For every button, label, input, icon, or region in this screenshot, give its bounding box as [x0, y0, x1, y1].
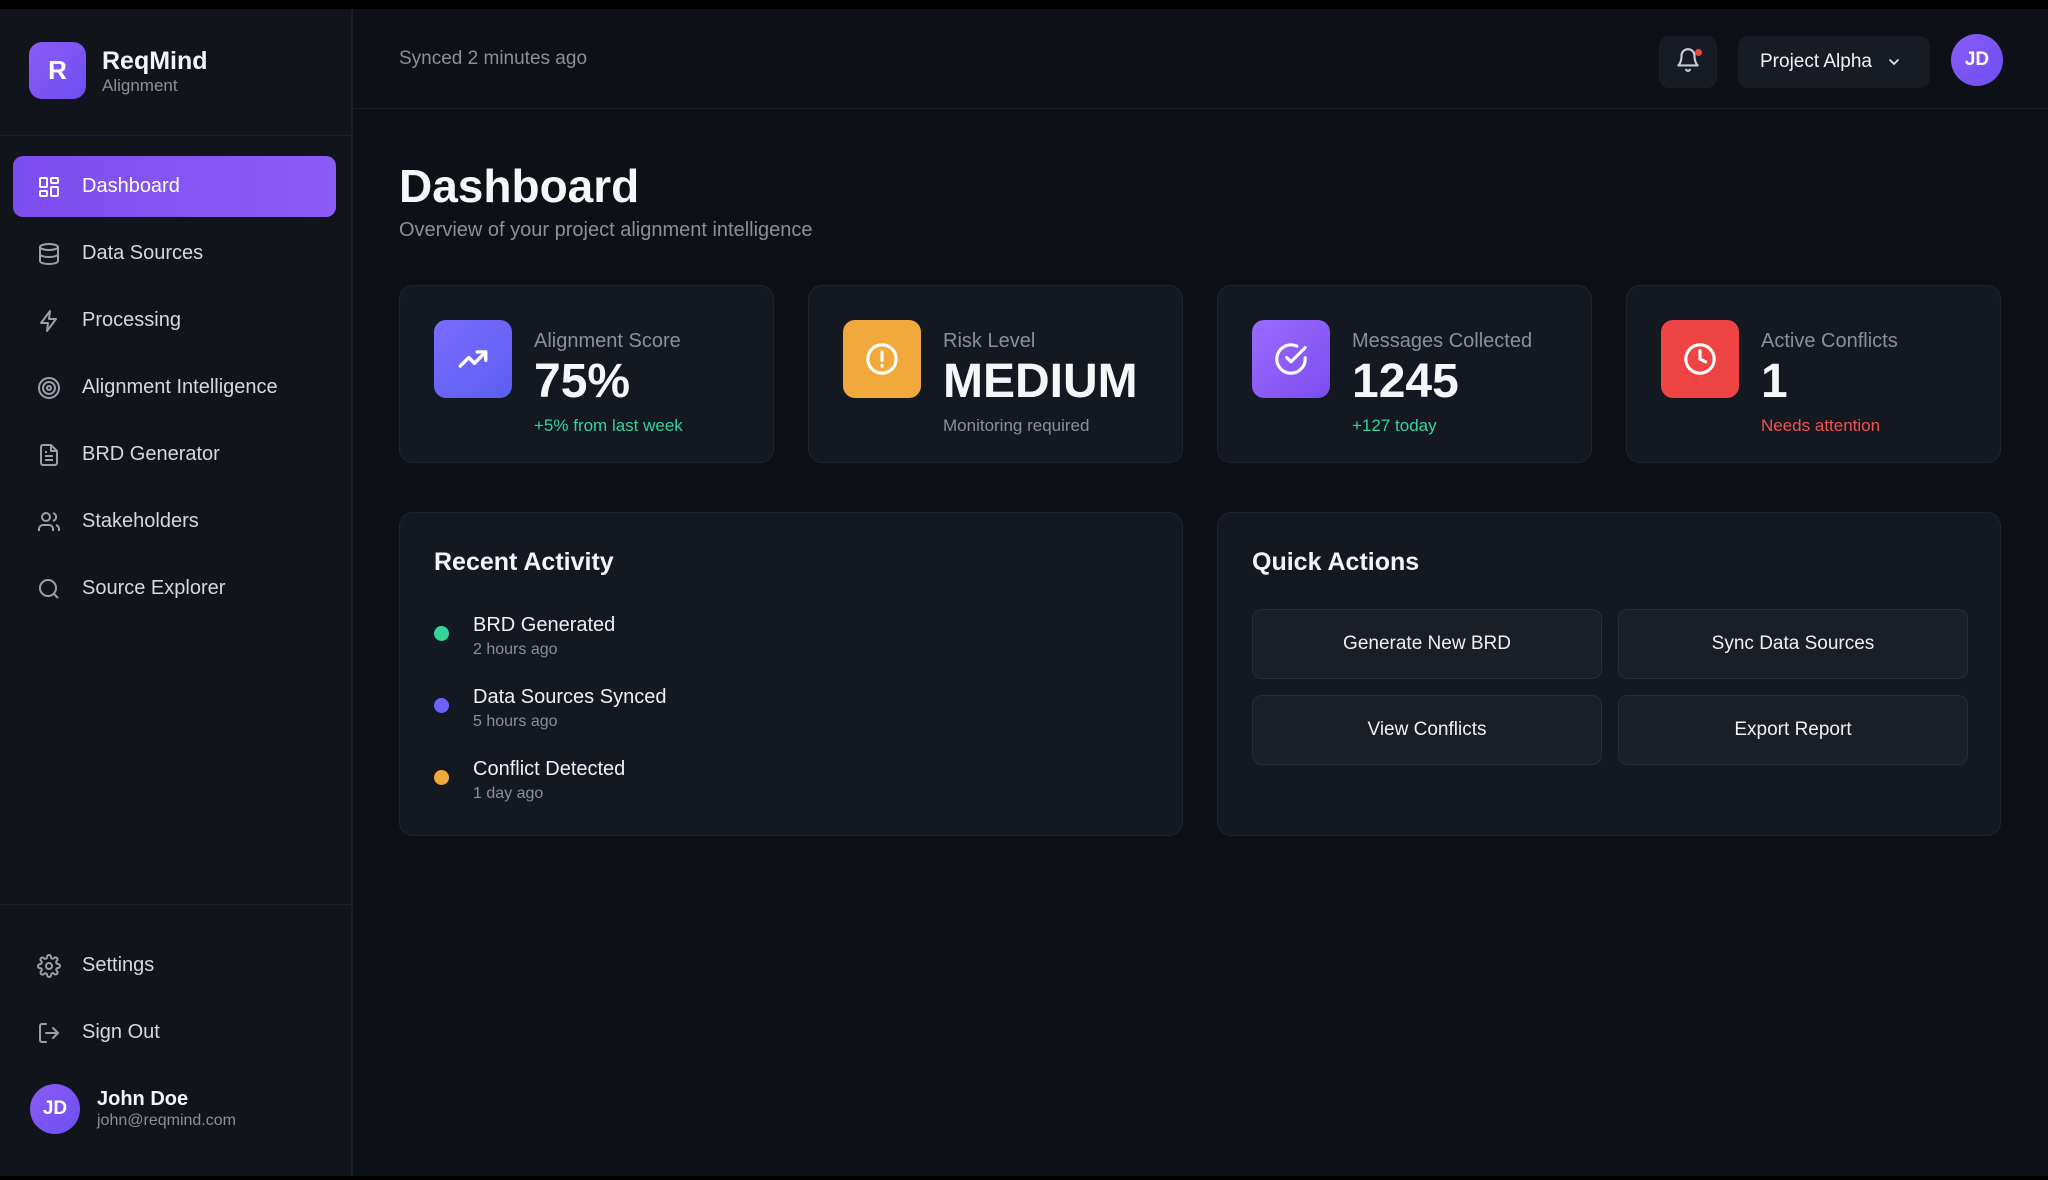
target-icon [35, 374, 63, 402]
sidebar-item-label: Processing [82, 309, 181, 331]
sidebar-item-dashboard[interactable]: Dashboard [13, 156, 336, 217]
sidebar-item-label: Dashboard [82, 175, 180, 197]
activity-title: Data Sources Synced [473, 686, 667, 708]
top-bar: Synced 2 minutes ago Project Alpha JD [353, 9, 2048, 109]
chevron-down-icon [1886, 54, 1902, 70]
trending-up-icon [434, 320, 512, 398]
project-name: Project Alpha [1760, 51, 1872, 72]
database-icon [35, 240, 63, 268]
check-circle-icon [1252, 320, 1330, 398]
divider [0, 135, 351, 136]
divider [0, 904, 351, 905]
activity-time: 1 day ago [473, 785, 544, 802]
stat-value: MEDIUM [943, 355, 1138, 408]
lightning-icon [35, 307, 63, 335]
stat-value: 1 [1761, 355, 1788, 408]
avatar[interactable]: JD [1951, 34, 2003, 86]
gear-icon [35, 952, 63, 980]
generate-brd-button[interactable]: Generate New BRD [1252, 609, 1602, 679]
page-title: Dashboard [399, 160, 640, 212]
sidebar-item-label: Sign Out [82, 1021, 160, 1043]
sidebar-item-data-sources[interactable]: Data Sources [13, 223, 336, 284]
sidebar-item-brd-generator[interactable]: BRD Generator [13, 424, 336, 485]
sidebar-item-label: Data Sources [82, 242, 204, 264]
avatar: JD [30, 1084, 80, 1134]
user-name: John Doe [97, 1088, 189, 1110]
notification-dot [1695, 49, 1702, 56]
user-email: john@reqmind.com [97, 1112, 236, 1129]
status-dot [434, 626, 449, 641]
activity-title: BRD Generated [473, 614, 616, 636]
clock-icon [1661, 320, 1739, 398]
app-window: R ReqMind Alignment Dashboard Data Sourc… [0, 9, 2048, 1176]
sidebar: R ReqMind Alignment Dashboard Data Sourc… [0, 9, 353, 1176]
list-item: Conflict Detected 1 day ago [434, 756, 666, 828]
brand-subtitle: Alignment [102, 75, 178, 95]
sign-out-icon [35, 1019, 63, 1047]
stat-label: Active Conflicts [1761, 330, 1898, 352]
list-item: BRD Generated 2 hours ago [434, 612, 666, 684]
activity-list: BRD Generated 2 hours ago Data Sources S… [434, 612, 666, 828]
section-title: Quick Actions [1252, 548, 1420, 576]
sync-data-sources-button[interactable]: Sync Data Sources [1618, 609, 1968, 679]
stat-card-active-conflicts: Active Conflicts 1 Needs attention [1626, 285, 2001, 463]
sync-status: Synced 2 minutes ago [399, 48, 588, 69]
sidebar-item-label: Stakeholders [82, 510, 199, 532]
stat-label: Risk Level [943, 330, 1036, 352]
sidebar-item-settings[interactable]: Settings [13, 935, 336, 996]
grid-icon [35, 173, 63, 201]
stat-note: Needs attention [1761, 416, 1881, 435]
sidebar-item-label: Source Explorer [82, 577, 226, 599]
sidebar-nav: Dashboard Data Sources Processing Alignm… [13, 156, 336, 625]
quick-actions-panel: Quick Actions Generate New BRD Sync Data… [1217, 512, 2001, 836]
alert-circle-icon [843, 320, 921, 398]
status-dot [434, 770, 449, 785]
stat-note: +5% from last week [534, 416, 683, 435]
stat-value: 75% [534, 355, 631, 408]
sidebar-item-stakeholders[interactable]: Stakeholders [13, 491, 336, 552]
activity-time: 5 hours ago [473, 713, 558, 730]
sidebar-item-alignment-intelligence[interactable]: Alignment Intelligence [13, 357, 336, 418]
sidebar-item-source-explorer[interactable]: Source Explorer [13, 558, 336, 619]
project-selector[interactable]: Project Alpha [1738, 36, 1930, 88]
brand-logo: R [29, 42, 86, 99]
sidebar-bottom-nav: Settings Sign Out [13, 935, 336, 1069]
sidebar-item-sign-out[interactable]: Sign Out [13, 1002, 336, 1063]
stat-card-risk-level: Risk Level MEDIUM Monitoring required [808, 285, 1183, 463]
main-content: Synced 2 minutes ago Project Alpha JD Da… [353, 9, 2048, 1176]
sidebar-item-label: Settings [82, 954, 155, 976]
export-report-button[interactable]: Export Report [1618, 695, 1968, 765]
brand-name: ReqMind [102, 46, 208, 75]
stat-note: Monitoring required [943, 416, 1090, 435]
list-item: Data Sources Synced 5 hours ago [434, 684, 666, 756]
document-icon [35, 441, 63, 469]
users-icon [35, 508, 63, 536]
stat-value: 1245 [1352, 355, 1459, 408]
activity-title: Conflict Detected [473, 758, 626, 780]
notifications-button[interactable] [1659, 36, 1717, 88]
search-icon [35, 575, 63, 603]
stat-card-alignment-score: Alignment Score 75% +5% from last week [399, 285, 774, 463]
sidebar-item-label: BRD Generator [82, 443, 220, 465]
stat-label: Messages Collected [1352, 330, 1533, 352]
activity-time: 2 hours ago [473, 641, 558, 658]
stat-card-messages-collected: Messages Collected 1245 +127 today [1217, 285, 1592, 463]
sidebar-item-label: Alignment Intelligence [82, 376, 278, 398]
stat-note: +127 today [1352, 416, 1437, 435]
brand[interactable]: R ReqMind Alignment [29, 42, 208, 99]
view-conflicts-button[interactable]: View Conflicts [1252, 695, 1602, 765]
recent-activity-panel: Recent Activity BRD Generated 2 hours ag… [399, 512, 1183, 836]
sidebar-item-processing[interactable]: Processing [13, 290, 336, 351]
user-profile[interactable]: JD John Doe john@reqmind.com [30, 1084, 236, 1134]
page-subtitle: Overview of your project alignment intel… [399, 219, 813, 241]
stat-label: Alignment Score [534, 330, 681, 352]
status-dot [434, 698, 449, 713]
section-title: Recent Activity [434, 548, 614, 576]
